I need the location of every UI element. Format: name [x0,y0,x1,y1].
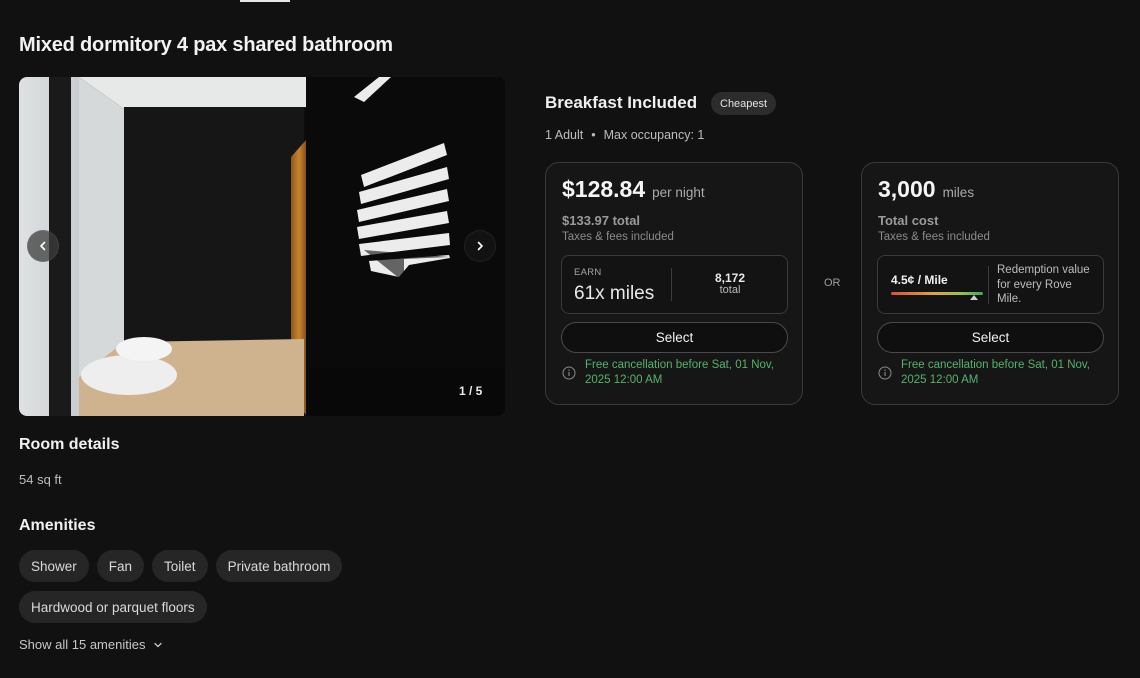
cash-taxes-note: Taxes & fees included [562,231,674,243]
earn-total-label: total [719,284,741,296]
cash-price-card: $128.84 per night $133.97 total Taxes & … [545,162,803,405]
redemption-box: 4.5¢ / Mile Redemption value for every R… [877,255,1104,314]
miles-cancellation-text: Free cancellation before Sat, 01 Nov, 20… [901,359,1091,386]
carousel-prev-button[interactable] [27,230,59,262]
cash-cancellation: Free cancellation before Sat, 01 Nov, 20… [562,358,790,388]
info-icon [562,366,576,380]
amenity-chip: Private bathroom [215,550,343,582]
photo-counter: 1 / 5 [459,384,483,398]
miles-price-unit: miles [942,185,975,200]
earn-miles-box: EARN 61x miles 8,172 total [561,255,788,314]
select-cash-button[interactable]: Select [561,322,788,353]
earn-value: 61x miles [574,283,655,304]
room-details-heading: Room details [19,436,120,453]
show-all-amenities-label: Show all 15 amenities [19,637,146,652]
or-label: OR [824,277,841,289]
tab-indicator [240,0,290,2]
redemption-divider [988,266,989,304]
rate-title: Breakfast Included [545,93,698,112]
miles-taxes-note: Taxes & fees included [878,231,990,243]
redemption-value-marker [969,295,978,300]
show-all-amenities-button[interactable]: Show all 15 amenities [19,637,163,652]
occupancy-info: 1 Adult • Max occupancy: 1 [545,128,704,142]
amenity-chip: Toilet [152,550,208,582]
chevron-left-icon [40,241,46,251]
amenities-row-1: Shower Fan Toilet Private bathroom [19,550,343,582]
select-miles-button[interactable]: Select [877,322,1104,353]
max-occupancy: Max occupancy: 1 [603,128,705,142]
carousel-next-button[interactable] [464,230,496,262]
cash-total: $133.97 total [562,213,641,228]
earn-label: EARN [574,267,602,278]
redemption-description: Redemption value for every Rove Mile. [997,264,1090,305]
amenities-row-2: Hardwood or parquet floors [19,591,207,623]
chevron-right-icon [477,241,483,251]
miles-price-card: 3,000 miles Total cost Taxes & fees incl… [861,162,1119,405]
guest-count: 1 Adult [545,128,584,142]
miles-total-cost: Total cost [878,213,939,228]
miles-cancellation: Free cancellation before Sat, 01 Nov, 20… [878,358,1106,388]
cash-cancellation-text: Free cancellation before Sat, 01 Nov, 20… [585,359,775,386]
room-photo [19,77,505,416]
redemption-rate: 4.5¢ / Mile [891,273,948,287]
cheapest-badge: Cheapest [711,92,777,115]
earn-total-number: 8,172 [714,271,746,285]
info-icon [878,366,892,380]
room-size: 54 sq ft [19,472,62,487]
amenity-chip: Fan [96,550,145,582]
cash-price: $128.84 [562,176,646,202]
amenity-chip: Hardwood or parquet floors [19,591,207,623]
occupancy-separator: • [591,128,596,142]
room-photo-carousel[interactable]: 1 / 5 [19,77,505,416]
amenities-heading: Amenities [19,517,96,534]
amenity-chip: Shower [19,550,89,582]
chevron-down-icon [154,642,163,647]
miles-price: 3,000 [878,176,936,202]
earn-divider [671,268,672,301]
room-title: Mixed dormitory 4 pax shared bathroom [19,34,393,56]
cash-price-unit: per night [652,185,705,200]
